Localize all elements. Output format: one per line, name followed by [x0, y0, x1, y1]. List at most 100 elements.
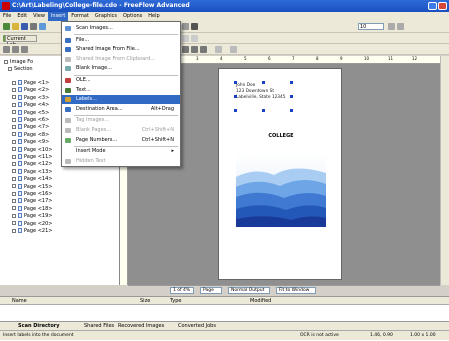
insert-menu-item-file[interactable]: File...	[62, 36, 180, 45]
insert-menu-item-blank-pages[interactable]: Blank Pages... Ctrl+Shift+N	[62, 126, 180, 135]
insert-menu-item-text[interactable]: Text...	[62, 86, 180, 95]
align-left-icon[interactable]	[182, 35, 189, 42]
tree-page-item[interactable]: Page <7>	[12, 124, 49, 131]
insert-menu-item-destination-area[interactable]: Destination Area... Alt+Drag	[62, 105, 180, 114]
menu-item-icon	[65, 97, 71, 103]
new-icon[interactable]	[3, 23, 10, 30]
tree-page-item[interactable]: Page <9>	[12, 139, 49, 146]
resize-handle[interactable]	[262, 81, 265, 84]
delete-icon[interactable]	[215, 46, 222, 53]
menu-bar: File Edit View Insert Format Graphics Options H…	[0, 12, 449, 21]
tree-page-item[interactable]: Page <21>	[12, 228, 52, 235]
menu-item-icon	[65, 78, 71, 83]
tree-page-item[interactable]: Page <3>	[12, 94, 49, 102]
current-label-button[interactable]: Current Lab	[5, 35, 37, 48]
select-icon[interactable]	[3, 46, 10, 53]
tree-page-item[interactable]: Page <5>	[12, 109, 49, 117]
fit-mode[interactable]: Fit to Window	[276, 287, 316, 294]
resize-handle[interactable]	[290, 81, 293, 84]
zoom-combo[interactable]: 10	[358, 23, 384, 30]
page-info: 1 of 4%	[170, 287, 194, 294]
ruler-tick-label: 7	[292, 56, 295, 61]
ruler-tick-label: 8	[316, 56, 319, 61]
zoom-out-icon[interactable]	[397, 23, 404, 30]
resize-handle[interactable]	[234, 109, 237, 112]
tree-page-item[interactable]: Page <4>	[12, 102, 49, 109]
file-list-header: Name Size Type Modified	[0, 296, 449, 305]
menu-graphics[interactable]: Graphics	[92, 12, 120, 21]
tree-page-item[interactable]: Page <12>	[12, 161, 52, 168]
app-icon	[2, 2, 10, 10]
resize-handle[interactable]	[234, 81, 237, 84]
menu-insert[interactable]: Insert	[47, 12, 69, 21]
zoom-icon[interactable]	[21, 46, 28, 53]
undo-icon[interactable]	[230, 46, 237, 53]
tree-page-item[interactable]: Page <2>	[12, 87, 49, 94]
despeckle-icon[interactable]	[200, 46, 207, 53]
insert-menu-item-scan-images[interactable]: Scan Images...	[62, 24, 180, 33]
menu-view[interactable]: View	[30, 12, 48, 21]
save-icon[interactable]	[21, 23, 28, 30]
title-bar[interactable]: C:\Art\Labeling\College-file.cdo - FreeF…	[0, 0, 449, 12]
page-label[interactable]: Page	[200, 287, 222, 294]
pan-icon[interactable]	[12, 46, 19, 53]
menu-help[interactable]: Help	[145, 12, 162, 21]
tree-page-item[interactable]: Page <19>	[12, 213, 52, 220]
tree-section[interactable]: Section	[8, 66, 33, 73]
resize-handle[interactable]	[234, 95, 237, 98]
zoom-in-icon[interactable]	[388, 23, 395, 30]
rotate-icon[interactable]	[182, 23, 189, 30]
tree-root[interactable]: Image Fo	[4, 59, 33, 66]
scan-icon[interactable]	[39, 23, 46, 30]
insert-menu-item-hidden-text[interactable]: Hidden Text	[62, 157, 180, 166]
resize-handle[interactable]	[290, 109, 293, 112]
insert-menu-item-tag-images[interactable]: Tag Images...	[62, 116, 180, 125]
open-icon[interactable]	[12, 23, 19, 30]
insert-menu-item-insert-mode[interactable]: Insert Mode ▸	[62, 147, 180, 156]
insert-menu-item-ole[interactable]: OLE...	[62, 76, 180, 85]
insert-menu-item-shared-image-from-file[interactable]: Shared Image From File...	[62, 45, 180, 54]
menu-edit[interactable]: Edit	[14, 12, 30, 21]
menu-file[interactable]: File	[0, 12, 14, 21]
flip-icon[interactable]	[191, 23, 198, 30]
vertical-scrollbar[interactable]	[440, 56, 449, 285]
tree-page-item[interactable]: Page <10>	[12, 146, 52, 154]
menu-item-icon	[65, 137, 71, 143]
tree-page-item[interactable]: Page <17>	[12, 198, 52, 205]
close-button[interactable]	[438, 2, 447, 10]
insert-menu-item-blank-image[interactable]: Blank Image...	[62, 64, 180, 73]
resize-handle[interactable]	[262, 109, 265, 112]
insert-menu-item-labels[interactable]: Labels...	[62, 95, 180, 105]
tree-page-item[interactable]: Page <8>	[12, 131, 49, 139]
resize-handle[interactable]	[290, 95, 293, 98]
mountain-image[interactable]	[236, 153, 326, 227]
print-icon[interactable]	[30, 23, 37, 30]
minimize-button[interactable]	[428, 2, 437, 10]
deskew-icon[interactable]	[191, 46, 198, 53]
address-label[interactable]: John Doe 123 Downtown St Labelville, Sta…	[236, 83, 290, 109]
tree-page-item[interactable]: Page <6>	[12, 117, 49, 124]
tree-page-item[interactable]: Page <18>	[12, 205, 52, 213]
menu-format[interactable]: Format	[68, 12, 92, 21]
insert-menu-item-page-numbers[interactable]: Page Numbers... Ctrl+Shift+N	[62, 136, 180, 145]
status-bar: Insert labels into the document OCR is n…	[0, 330, 449, 340]
ruler-tick-label: 4	[220, 56, 223, 61]
file-list[interactable]	[0, 305, 449, 321]
document-page[interactable]: John Doe 123 Downtown St Labelville, Sta…	[218, 68, 342, 280]
tree-page-item[interactable]: Page <16>	[12, 191, 52, 198]
tree-page-item[interactable]: Page <13>	[12, 168, 52, 176]
tree-page-item[interactable]: Page <20>	[12, 220, 52, 228]
tree-page-item[interactable]: Page <15>	[12, 183, 52, 191]
output-mode[interactable]: Normal Output	[228, 287, 270, 294]
insert-menu-item-shared-image-from-clipboard[interactable]: Shared Image From Clipboard...	[62, 55, 180, 64]
insert-menu-dropdown: Scan Images... File... Shared Image From F…	[61, 21, 181, 167]
menu-item-icon	[65, 47, 71, 53]
tree-page-item[interactable]: Page <14>	[12, 176, 52, 183]
align-center-icon[interactable]	[191, 35, 198, 42]
menu-options[interactable]: Options	[120, 12, 145, 21]
tree-page-item[interactable]: Page <11>	[12, 154, 52, 161]
tree-page-item[interactable]: Page <1>	[12, 80, 49, 87]
crop-icon[interactable]	[182, 46, 189, 53]
college-heading: COLLEGE	[268, 133, 294, 139]
menu-item-icon	[65, 66, 71, 72]
